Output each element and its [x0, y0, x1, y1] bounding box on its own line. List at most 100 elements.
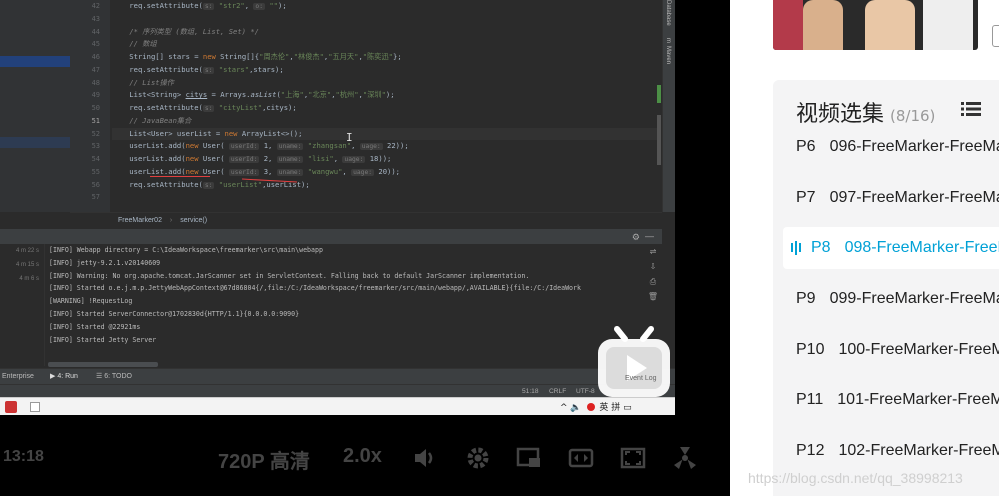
episode-item[interactable]: P6 096-FreeMarker-FreeMarker	[783, 126, 999, 168]
watermark: https://blog.csdn.net/qq_38998213	[748, 470, 963, 486]
line-number: 44	[91, 27, 100, 36]
episode-number: P7	[796, 189, 816, 206]
fullscreen-icon[interactable]	[672, 445, 698, 471]
episode-title: 098-FreeMarker-FreeMarker	[844, 239, 999, 256]
run-elapsed-column: 4 m 22 s 4 m 15 s 4 m 6 s	[0, 244, 44, 364]
bilibili-logo-icon: Event Log	[598, 326, 670, 397]
speed-button[interactable]: 2.0x	[343, 445, 382, 468]
volume-icon[interactable]	[412, 445, 438, 471]
episode-item[interactable]: P10 100-FreeMarker-FreeMarker	[783, 329, 999, 371]
widescreen-icon[interactable]	[568, 445, 594, 471]
status-bar: 51:18 CRLF UTF-8	[0, 384, 675, 397]
change-marker	[657, 85, 661, 103]
code-editor[interactable]: req.setAttribute(s: "str2", o: ""); /* 序…	[112, 0, 657, 212]
change-marker	[657, 115, 661, 165]
episode-item[interactable]: P9 099-FreeMarker-FreeMarker	[783, 278, 999, 320]
code-line-current: List<User> userList = new ArrayList<>();	[112, 127, 657, 141]
screen: 42 43 44 45 46 47 48 49 50 51 52 53 54 55 56 57 req.set…	[0, 0, 999, 496]
episode-title: 099-FreeMarker-FreeMarker	[829, 290, 999, 307]
playlist-count: (8/16)	[890, 107, 936, 125]
player-controls: 13:18 720P 高清 2.0x	[0, 440, 730, 474]
tab-todo-label: 6: TODO	[104, 373, 132, 380]
run-console[interactable]: [INFO] Webapp directory = C:\IdeaWorkspa…	[44, 244, 644, 366]
tab-run[interactable]: ▶ 4: Run	[50, 369, 78, 385]
print-icon[interactable]: ⎙	[644, 274, 662, 289]
line-number: 52	[91, 129, 100, 138]
playlist-header: 视频选集 (8/16)	[796, 96, 935, 128]
line-number: 53	[91, 142, 100, 151]
code-line: /* 序列类型 (数组, List, Set) */	[129, 26, 259, 36]
code-line: req.setAttribute(s: "cityList",citys);	[112, 103, 297, 112]
log-line: [WARNING] !RequestLog	[49, 297, 133, 306]
list-view-icon[interactable]	[961, 101, 981, 117]
web-fullscreen-icon[interactable]	[620, 445, 646, 471]
breadcrumb-method[interactable]: service()	[180, 217, 207, 224]
line-number: 43	[91, 14, 100, 23]
log-line: [INFO] jetty-9.2.1.v20140609	[49, 258, 161, 267]
video-player[interactable]: 42 43 44 45 46 47 48 49 50 51 52 53 54 55 56 57 req.set…	[0, 0, 730, 496]
log-line: [INFO] Started @22921ms	[49, 322, 141, 331]
uploader-thumbnail[interactable]	[773, 0, 978, 50]
episode-number: P8	[811, 239, 831, 256]
breadcrumb-class[interactable]: FreeMarker02	[118, 217, 162, 224]
line-number: 45	[91, 40, 100, 49]
episode-number: P9	[796, 290, 816, 307]
wrap-icon[interactable]: ⇌	[644, 244, 662, 259]
playback-time: 13:18	[3, 448, 44, 465]
windows-taskbar: ^ 🔈 英 拼 ▭	[0, 397, 675, 415]
record-icon[interactable]	[586, 403, 595, 411]
line-number: 51	[91, 116, 100, 125]
console-scrollbar[interactable]	[48, 362, 158, 367]
log-line: [INFO] Started o.e.j.m.p.JettyWebAppCont…	[49, 284, 581, 293]
episode-item-active[interactable]: P8 098-FreeMarker-FreeMarker	[783, 227, 999, 269]
episode-number: P6	[796, 138, 816, 155]
episode-number: P11	[796, 391, 824, 408]
code-line: req.setAttribute(s: "userList",userList)…	[112, 179, 310, 189]
app-icon[interactable]	[5, 401, 17, 413]
code-line: userList.add(new User( userId: 2, uname:…	[112, 154, 392, 163]
tool-window-tabs: Enterprise ▶ 4: Run ☰ 6: TODO	[0, 368, 675, 384]
breadcrumb: FreeMarker02 › service()	[70, 212, 662, 228]
gear-icon[interactable]: ⚙	[632, 232, 640, 243]
episode-item[interactable]: P7 097-FreeMarker-FreeMarker	[783, 177, 999, 219]
code-line: req.setAttribute(s: "stars",stars);	[112, 64, 284, 74]
playing-icon	[791, 227, 803, 269]
code-line: userList.add(new User( userId: 1, uname:…	[112, 141, 409, 151]
speaker-icon[interactable]: 🔈	[570, 403, 581, 413]
event-log-label: Event Log	[625, 375, 657, 382]
project-panel-strip	[0, 0, 70, 212]
chevron-up-icon[interactable]: ^	[560, 403, 568, 413]
episode-number: P12	[796, 442, 825, 459]
line-number: 56	[91, 180, 100, 189]
log-line: [INFO] Started ServerConnector@1702830d{…	[49, 309, 300, 318]
line-number: 49	[91, 91, 100, 100]
line-number: 47	[91, 65, 100, 74]
tab-enterprise[interactable]: Enterprise	[2, 369, 34, 385]
log-line: [INFO] Webapp directory = C:\IdeaWorkspa…	[49, 246, 323, 254]
maven-icon[interactable]: m	[665, 38, 671, 43]
tab-todo[interactable]: ☰ 6: TODO	[96, 369, 132, 385]
episode-title: 102-FreeMarker-FreeMarker	[838, 442, 999, 459]
trash-icon[interactable]: 🗑	[644, 289, 662, 304]
maven-tab[interactable]: Maven	[665, 46, 671, 64]
database-tab[interactable]: Database	[665, 0, 671, 26]
log-line: [INFO] Started Jetty Server	[49, 335, 157, 344]
project-selected-row	[0, 137, 70, 148]
episode-number: P10	[796, 341, 825, 358]
quality-button[interactable]: 720P 高清	[218, 445, 310, 474]
picture-in-picture-icon[interactable]	[516, 445, 542, 471]
ide-window: 42 43 44 45 46 47 48 49 50 51 52 53 54 55 56 57 req.set…	[0, 0, 675, 415]
log-line: [INFO] Warning: No org.apache.tomcat.Jar…	[49, 271, 530, 280]
minimize-icon[interactable]: —	[645, 231, 654, 241]
tab-run-label: 4: Run	[57, 373, 78, 380]
side-button[interactable]	[992, 25, 999, 47]
episode-item[interactable]: P12 102-FreeMarker-FreeMarker	[783, 430, 999, 472]
code-line: String[] stars = new String[]{"周杰伦","林俊杰…	[112, 52, 402, 61]
scroll-end-icon[interactable]: ⇩	[644, 259, 662, 274]
playlist-title: 视频选集	[796, 102, 885, 127]
episode-item[interactable]: P11 101-FreeMarker-FreeMarker	[783, 379, 999, 421]
playlist-panel: 视频选集 (8/16) P6 096-FreeMarker-FreeMarker P7…	[773, 80, 999, 496]
settings-icon[interactable]	[465, 445, 491, 471]
app-icon[interactable]	[30, 402, 40, 412]
line-number: 57	[91, 193, 100, 202]
